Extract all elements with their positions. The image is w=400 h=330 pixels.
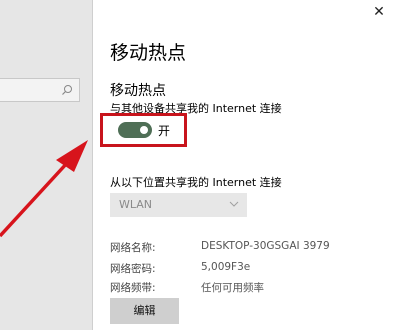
page-title: 移动热点 <box>110 42 187 64</box>
highlight-box <box>100 113 187 147</box>
connection-source-select[interactable]: WLAN <box>110 193 247 217</box>
settings-panel: ✕ 移动热点 移动热点 与其他设备共享我的 Internet 连接 开 从以下位… <box>93 0 400 330</box>
chevron-down-icon <box>229 201 239 207</box>
hotspot-section-title: 移动热点 <box>110 83 166 99</box>
edit-button[interactable]: 编辑 <box>110 298 179 324</box>
network-name-value: DESKTOP-30GSGAI 3979 <box>201 240 330 252</box>
background-search-box <box>0 78 80 102</box>
network-name-label: 网络名称: <box>110 242 156 254</box>
network-password-label: 网络密码: <box>110 263 156 275</box>
share-from-description: 从以下位置共享我的 Internet 连接 <box>110 176 282 189</box>
network-band-value: 任何可用频率 <box>201 282 264 294</box>
connection-source-value: WLAN <box>119 198 153 211</box>
search-icon <box>62 85 72 95</box>
background-window-pane <box>0 0 92 330</box>
network-password-value: 5,009F3e <box>201 261 251 273</box>
close-icon[interactable]: ✕ <box>371 4 387 20</box>
network-band-label: 网络频带: <box>110 282 156 294</box>
